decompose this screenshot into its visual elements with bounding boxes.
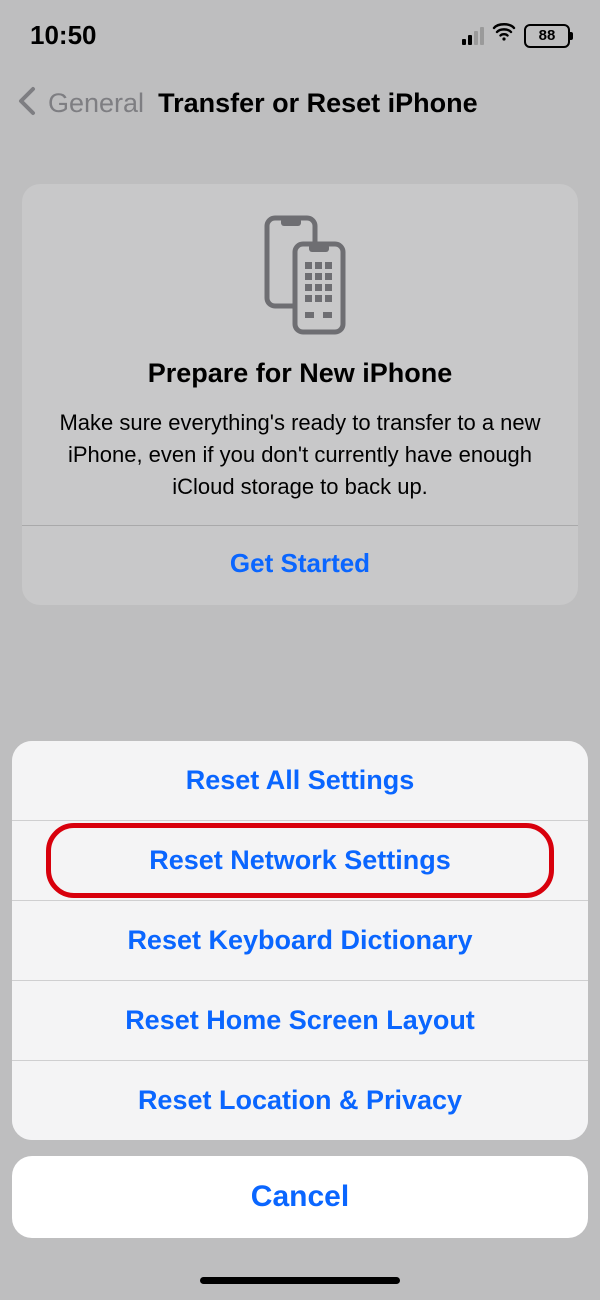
- prepare-card: Prepare for New iPhone Make sure everyth…: [22, 184, 578, 605]
- back-button[interactable]: General: [48, 88, 144, 119]
- reset-location-privacy-button[interactable]: Reset Location & Privacy: [12, 1061, 588, 1140]
- status-bar: 10:50 88: [0, 0, 600, 61]
- reset-all-settings-button[interactable]: Reset All Settings: [12, 741, 588, 821]
- reset-home-screen-layout-button[interactable]: Reset Home Screen Layout: [12, 981, 588, 1061]
- reset-keyboard-dictionary-button[interactable]: Reset Keyboard Dictionary: [12, 901, 588, 981]
- reset-network-settings-button[interactable]: Reset Network Settings: [12, 821, 588, 901]
- battery-pct: 88: [539, 27, 556, 44]
- home-indicator[interactable]: [200, 1277, 400, 1284]
- cellular-signal-icon: [462, 27, 484, 45]
- nav-header: General Transfer or Reset iPhone: [0, 61, 600, 142]
- cancel-button[interactable]: Cancel: [12, 1156, 588, 1238]
- card-description: Make sure everything's ready to transfer…: [42, 407, 558, 525]
- battery-icon: 88: [524, 24, 570, 48]
- chevron-back-icon[interactable]: [14, 85, 40, 122]
- reset-action-sheet: Reset All Settings Reset Network Setting…: [12, 741, 588, 1140]
- page-title: Transfer or Reset iPhone: [158, 88, 478, 119]
- devices-icon: [235, 210, 365, 340]
- get-started-button[interactable]: Get Started: [42, 526, 558, 605]
- status-icons: 88: [462, 20, 570, 51]
- wifi-icon: [492, 20, 516, 51]
- card-title: Prepare for New iPhone: [42, 358, 558, 389]
- status-time: 10:50: [30, 20, 97, 51]
